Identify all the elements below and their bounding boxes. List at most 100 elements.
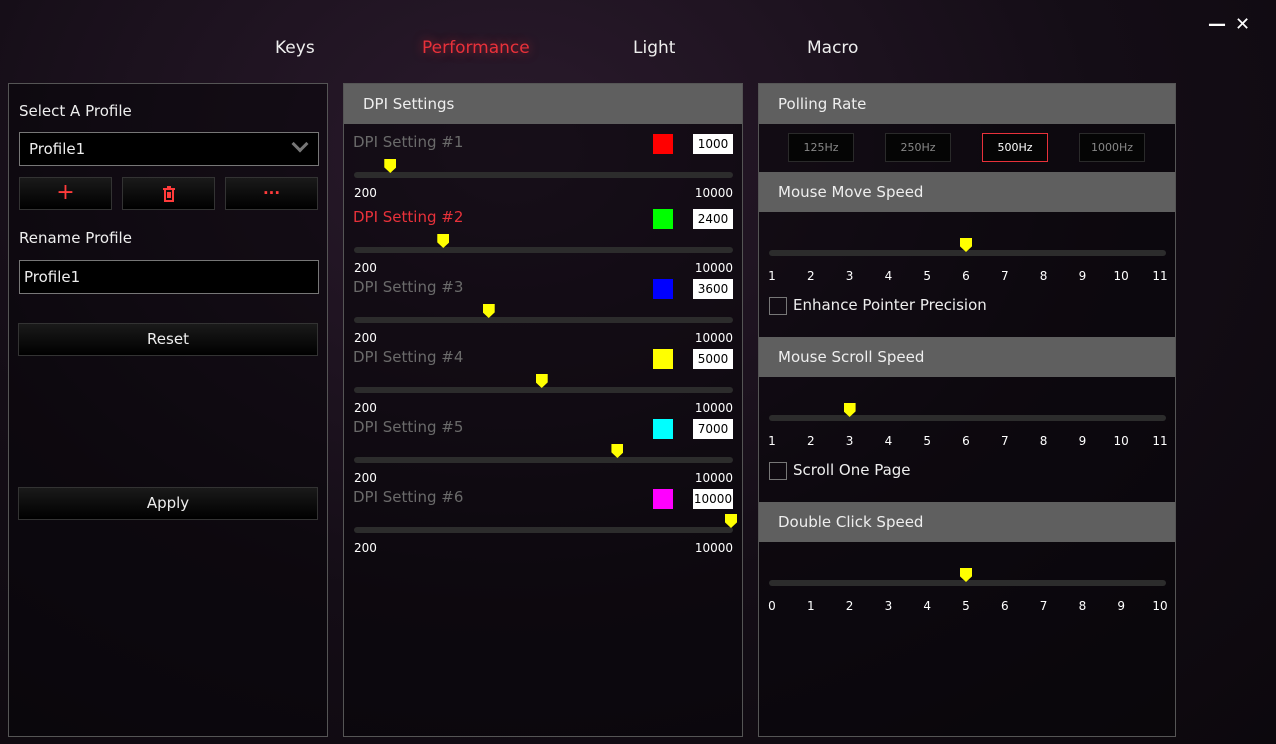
dpi-value-input[interactable]: 7000: [693, 419, 733, 439]
dpi-value-input[interactable]: 5000: [693, 349, 733, 369]
dpi-value-input[interactable]: 3600: [693, 279, 733, 299]
dblclick-slider-track[interactable]: [769, 580, 1166, 586]
dpi-slider-track[interactable]: [354, 457, 733, 463]
double-click-speed-header: Double Click Speed: [759, 502, 1175, 542]
move-slider-track[interactable]: [769, 250, 1166, 256]
profile-dropdown[interactable]: Profile1: [19, 132, 319, 166]
dpi-max-label: 10000: [694, 261, 733, 275]
tab-macro[interactable]: Macro: [807, 38, 858, 58]
dpi-panel: DPI Settings DPI Setting #1 1000 200 10000 D…: [343, 83, 743, 737]
scroll-tick-label: 5: [923, 434, 931, 448]
polling-rate-250Hz[interactable]: 250Hz: [885, 133, 951, 162]
dblclick-tick-label: 3: [884, 599, 893, 613]
settings-panel: Polling Rate Mouse Move Speed Mouse Scro…: [758, 83, 1176, 737]
more-icon: ···: [262, 184, 281, 202]
plus-icon: +: [56, 180, 75, 205]
move-tick-label: 9: [1078, 269, 1087, 283]
dblclick-tick-label: 10: [1152, 599, 1168, 613]
dpi-color-swatch[interactable]: [653, 349, 673, 369]
dpi-slider-thumb[interactable]: [725, 514, 737, 528]
scroll-tick-label: 4: [884, 434, 893, 448]
dpi-setting-label[interactable]: DPI Setting #2: [353, 208, 463, 226]
tab-keys[interactable]: Keys: [275, 38, 315, 58]
reset-button[interactable]: Reset: [18, 323, 318, 356]
dpi-setting-label[interactable]: DPI Setting #1: [353, 133, 463, 151]
more-options-button[interactable]: ···: [225, 177, 318, 210]
scroll-checkbox[interactable]: [769, 462, 787, 480]
dpi-color-swatch[interactable]: [653, 419, 673, 439]
minimize-button[interactable]: —: [1208, 14, 1226, 35]
rename-profile-label: Rename Profile: [19, 229, 132, 247]
close-button[interactable]: ✕: [1235, 14, 1250, 35]
scroll-tick-label: 7: [1000, 434, 1009, 448]
dpi-max-label: 10000: [694, 331, 733, 345]
apply-button[interactable]: Apply: [18, 487, 318, 520]
move-tick-label: 8: [1039, 269, 1048, 283]
scroll-tick-label: 6: [962, 434, 970, 448]
dblclick-tick-label: 1: [806, 599, 815, 613]
dpi-slider-track[interactable]: [354, 527, 733, 533]
move-tick-label: 10: [1113, 269, 1129, 283]
dblclick-tick-label: 8: [1078, 599, 1087, 613]
dblclick-tick-label: 9: [1117, 599, 1125, 613]
dblclick-tick-label: 7: [1039, 599, 1048, 613]
dpi-slider-thumb[interactable]: [384, 159, 397, 173]
dpi-color-swatch[interactable]: [653, 279, 673, 299]
dpi-value-input[interactable]: 10000: [693, 489, 733, 509]
tab-light[interactable]: Light: [633, 38, 675, 58]
dpi-slider-thumb[interactable]: [535, 374, 548, 388]
dpi-slider-track[interactable]: [354, 172, 733, 178]
move-tick-label: 4: [884, 269, 893, 283]
dpi-slider-thumb[interactable]: [437, 234, 450, 248]
polling-rate-1000Hz[interactable]: 1000Hz: [1079, 133, 1145, 162]
dpi-color-swatch[interactable]: [653, 134, 673, 154]
scroll-checkbox-label: Scroll One Page: [793, 461, 911, 479]
profile-panel: Select A Profile Profile1 + ··· Rename P…: [8, 83, 328, 737]
tab-performance[interactable]: Performance: [422, 38, 530, 58]
move-tick-label: 1: [768, 269, 776, 283]
move-tick-label: 5: [923, 269, 931, 283]
add-profile-button[interactable]: +: [19, 177, 112, 210]
polling-rate-header: Polling Rate: [759, 84, 1175, 124]
dblclick-tick-label: 0: [768, 599, 776, 613]
dpi-value-input[interactable]: 1000: [693, 134, 733, 154]
dpi-setting-label[interactable]: DPI Setting #6: [353, 488, 463, 506]
dblclick-tick-label: 6: [1000, 599, 1009, 613]
dpi-min-label: 200: [354, 261, 377, 275]
dpi-setting-label[interactable]: DPI Setting #4: [353, 348, 463, 366]
rename-profile-input[interactable]: [19, 260, 319, 294]
trash-icon: [162, 186, 175, 202]
move-checkbox-label: Enhance Pointer Precision: [793, 296, 987, 314]
dpi-settings-header: DPI Settings: [344, 84, 742, 124]
dpi-color-swatch[interactable]: [653, 209, 673, 229]
dpi-min-label: 200: [354, 471, 377, 485]
dpi-min-label: 200: [354, 401, 377, 415]
dpi-min-label: 200: [354, 186, 377, 200]
dpi-value-input[interactable]: 2400: [693, 209, 733, 229]
scroll-tick-label: 8: [1039, 434, 1048, 448]
move-tick-label: 2: [806, 269, 815, 283]
move-checkbox[interactable]: [769, 297, 787, 315]
dpi-slider-track[interactable]: [354, 317, 733, 323]
dpi-color-swatch[interactable]: [653, 489, 673, 509]
dpi-max-label: 10000: [694, 186, 733, 200]
profile-dropdown-value: Profile1: [29, 140, 86, 158]
dpi-setting-label[interactable]: DPI Setting #5: [353, 418, 463, 436]
dpi-max-label: 10000: [694, 401, 733, 415]
scroll-slider-track[interactable]: [769, 415, 1166, 421]
dpi-slider-thumb[interactable]: [611, 444, 624, 458]
dpi-slider-track[interactable]: [354, 387, 733, 393]
dpi-max-label: 10000: [694, 471, 733, 485]
select-profile-label: Select A Profile: [19, 102, 132, 120]
dpi-slider-track[interactable]: [354, 247, 733, 253]
scroll-tick-label: 1: [768, 434, 776, 448]
dpi-min-label: 200: [354, 331, 377, 345]
dpi-setting-label[interactable]: DPI Setting #3: [353, 278, 463, 296]
move-tick-label: 11: [1152, 269, 1168, 283]
mouse-scroll-speed-header: Mouse Scroll Speed: [759, 337, 1175, 377]
scroll-tick-label: 2: [806, 434, 815, 448]
polling-rate-500Hz[interactable]: 500Hz: [982, 133, 1048, 162]
polling-rate-125Hz[interactable]: 125Hz: [788, 133, 854, 162]
dpi-slider-thumb[interactable]: [482, 304, 495, 318]
delete-profile-button[interactable]: [122, 177, 215, 210]
